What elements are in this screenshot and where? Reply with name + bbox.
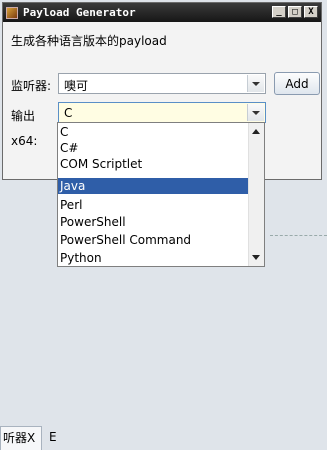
background-divider <box>270 235 327 248</box>
output-label: 输出 <box>11 109 36 123</box>
list-item[interactable]: C <box>58 124 249 140</box>
list-item[interactable]: PowerShell Command <box>58 232 249 248</box>
listener-tab[interactable]: 听器X <box>0 426 42 450</box>
listener-select[interactable]: 噢可 <box>58 73 266 94</box>
app-icon <box>6 6 18 19</box>
window-subtitle: 生成各种语言版本的payload <box>11 34 167 48</box>
list-item[interactable]: Python <box>58 250 249 266</box>
scroll-up-icon[interactable] <box>252 129 260 134</box>
list-item[interactable]: Perl <box>58 197 249 213</box>
list-item[interactable]: COM Scriptlet <box>58 156 249 172</box>
list-item[interactable]: C# <box>58 140 249 156</box>
add-button[interactable]: Add <box>274 72 320 95</box>
window-title: Payload Generator <box>23 6 136 19</box>
second-tab[interactable]: E <box>49 430 57 444</box>
scroll-down-icon[interactable] <box>252 255 260 260</box>
chevron-down-icon[interactable] <box>247 104 264 121</box>
maximize-button[interactable]: □ <box>288 6 302 18</box>
titlebar[interactable]: Payload Generator _ □ X <box>3 3 321 22</box>
dropdown-scrollbar[interactable] <box>248 123 264 266</box>
listener-value: 噢可 <box>64 79 89 93</box>
x64-label: x64: <box>11 134 38 148</box>
list-item[interactable]: PowerShell <box>58 214 249 230</box>
output-value: C <box>64 106 73 120</box>
list-item-selected[interactable]: Java <box>58 178 249 194</box>
output-dropdown-list[interactable]: C C# COM Scriptlet Java Perl PowerShell … <box>57 122 265 267</box>
close-button[interactable]: X <box>304 6 318 18</box>
listener-label: 监听器: <box>11 79 52 93</box>
chevron-down-icon[interactable] <box>247 75 264 92</box>
output-select[interactable]: C <box>58 102 266 123</box>
minimize-button[interactable]: _ <box>272 6 286 18</box>
window-controls: _ □ X <box>272 6 318 18</box>
